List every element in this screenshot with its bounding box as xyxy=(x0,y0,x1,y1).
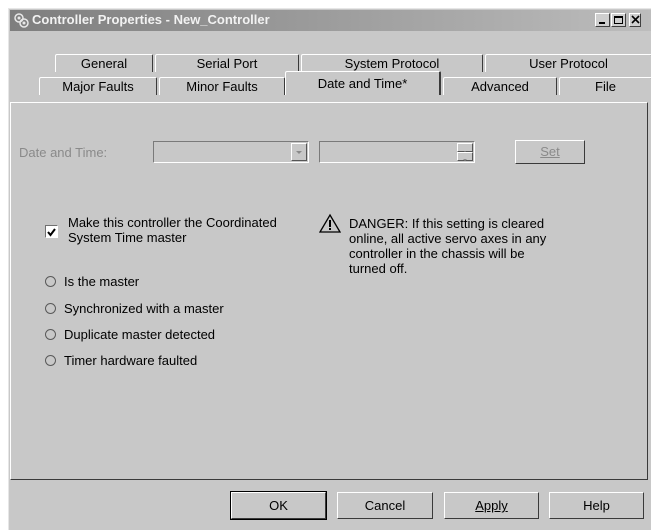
tab-serial-port[interactable]: Serial Port xyxy=(155,54,299,72)
timer-faulted-indicator xyxy=(45,355,56,366)
cst-label-line1: Make this controller the Coordinated xyxy=(68,215,277,230)
apply-button[interactable]: Apply xyxy=(444,492,539,519)
tab-user-protocol[interactable]: User Protocol xyxy=(485,54,651,72)
cancel-button-label: Cancel xyxy=(364,498,406,513)
chevron-down-icon xyxy=(296,151,302,154)
window-title: Controller Properties - New_Controller xyxy=(32,12,270,27)
tab-date-and-time[interactable]: Date and Time* xyxy=(285,71,441,95)
synchronized-label: Synchronized with a master xyxy=(64,301,224,316)
date-and-time-label: Date and Time: xyxy=(19,145,108,160)
time-spin-up[interactable] xyxy=(457,143,473,153)
close-button[interactable] xyxy=(629,13,641,27)
time-spin-down[interactable] xyxy=(457,152,473,161)
tab-minor-faults[interactable]: Minor Faults xyxy=(159,77,285,95)
tab-general[interactable]: General xyxy=(55,54,153,72)
help-button-label: Help xyxy=(583,498,610,513)
ok-button-label: OK xyxy=(269,498,288,513)
date-and-time-panel: Date and Time: Set Make this controller … xyxy=(10,102,648,480)
danger-line3: controller in the chassis will be xyxy=(349,246,525,261)
minimize-icon xyxy=(599,22,605,24)
title-bar[interactable]: Controller Properties - New_Controller xyxy=(10,10,651,31)
close-icon xyxy=(631,15,640,24)
maximize-icon xyxy=(614,16,623,24)
danger-line4: turned off. xyxy=(349,261,408,276)
tab-file[interactable]: File xyxy=(559,77,651,95)
help-button[interactable]: Help xyxy=(549,492,644,519)
maximize-button[interactable] xyxy=(611,13,626,27)
synchronized-indicator xyxy=(45,303,56,314)
warning-icon xyxy=(319,213,341,233)
date-dropdown-button[interactable] xyxy=(291,143,307,161)
date-dropdown[interactable] xyxy=(153,141,309,163)
danger-line2: online, all active servo axes in any xyxy=(349,231,547,246)
cst-label-line2: System Time master xyxy=(68,230,187,245)
set-button-label: Set xyxy=(540,144,560,159)
danger-line1: DANGER: If this setting is cleared xyxy=(349,216,545,231)
duplicate-master-indicator xyxy=(45,329,56,340)
cancel-button[interactable]: Cancel xyxy=(337,492,433,519)
tab-system-protocol[interactable]: System Protocol xyxy=(301,54,483,72)
cst-master-checkbox[interactable] xyxy=(45,225,58,238)
is-master-label: Is the master xyxy=(64,274,140,289)
duplicate-master-label: Duplicate master detected xyxy=(64,327,216,342)
danger-message: DANGER: If this setting is cleared onlin… xyxy=(349,216,546,276)
ok-button[interactable]: OK xyxy=(230,491,327,520)
timer-faulted-label: Timer hardware faulted xyxy=(64,353,198,368)
cst-master-label: Make this controller the Coordinated Sys… xyxy=(68,215,277,245)
time-spinner[interactable] xyxy=(319,141,475,163)
minimize-button[interactable] xyxy=(595,13,610,27)
is-master-indicator xyxy=(45,276,56,287)
tab-major-faults[interactable]: Major Faults xyxy=(39,77,157,95)
controller-properties-window: Controller Properties - New_Controller G… xyxy=(8,8,651,530)
chevron-down-icon xyxy=(463,159,467,161)
checkmark-icon xyxy=(47,228,56,237)
apply-button-label: Apply xyxy=(475,498,508,513)
tab-advanced[interactable]: Advanced xyxy=(443,77,557,95)
controller-icon xyxy=(14,13,29,28)
set-button[interactable]: Set xyxy=(515,140,585,164)
